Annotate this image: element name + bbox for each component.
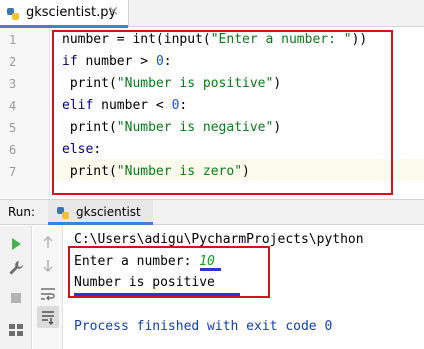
line-number: 4	[9, 99, 17, 113]
line-number: 7	[9, 165, 17, 179]
output-highlight-box	[68, 246, 270, 298]
up-arrow-icon[interactable]	[38, 232, 58, 252]
down-arrow-icon[interactable]	[38, 256, 58, 276]
editor-tab-bar: gkscientist.py ×	[0, 0, 424, 28]
console-output[interactable]: C:\Users\adigu\PycharmProjects\python En…	[64, 226, 424, 349]
layout-icon[interactable]	[6, 320, 26, 340]
run-icon[interactable]	[6, 234, 26, 254]
python-file-icon	[56, 205, 70, 219]
close-icon[interactable]: ×	[108, 4, 119, 19]
code-editor[interactable]: 1234567 number = int(input("Enter a numb…	[0, 28, 424, 198]
editor-tab-label: gkscientist.py	[26, 5, 117, 20]
soft-wrap-icon[interactable]	[38, 284, 58, 304]
run-tab-gkscientist[interactable]: gkscientist	[48, 200, 153, 225]
line-number: 6	[9, 143, 17, 157]
code-highlight-box	[52, 30, 393, 195]
line-number: 1	[9, 33, 17, 47]
run-panel-title: Run:	[8, 205, 36, 219]
stop-icon[interactable]	[6, 288, 26, 308]
wrench-icon[interactable]	[6, 258, 26, 278]
line-number: 2	[9, 55, 17, 69]
python-file-icon	[6, 6, 20, 20]
run-toolbar-right	[33, 226, 63, 349]
line-number-gutter	[0, 28, 50, 198]
run-panel-header: Run: gkscientist	[0, 199, 424, 225]
console-process-line: Process finished with exit code 0	[74, 319, 333, 334]
run-toolbar-left	[0, 226, 32, 349]
editor-tab-gkscientist[interactable]: gkscientist.py ×	[0, 0, 129, 28]
run-tab-label: gkscientist	[76, 205, 141, 219]
console-path-line: C:\Users\adigu\PycharmProjects\python	[74, 232, 364, 247]
scroll-to-end-icon[interactable]	[37, 306, 59, 328]
line-number: 5	[9, 121, 17, 135]
line-number: 3	[9, 77, 17, 91]
